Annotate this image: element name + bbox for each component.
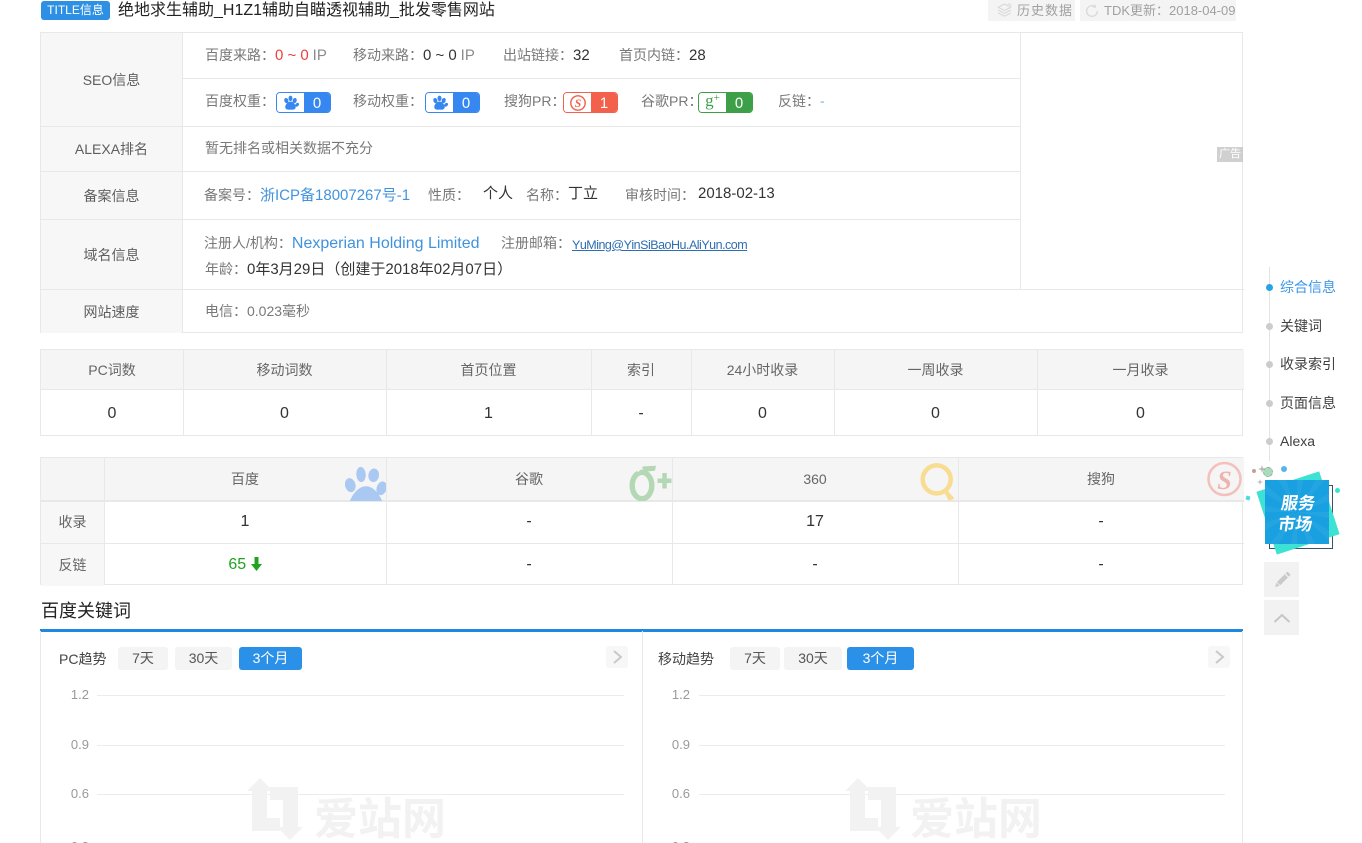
svg-text:S: S	[574, 97, 581, 110]
svg-text:S: S	[1217, 466, 1231, 495]
